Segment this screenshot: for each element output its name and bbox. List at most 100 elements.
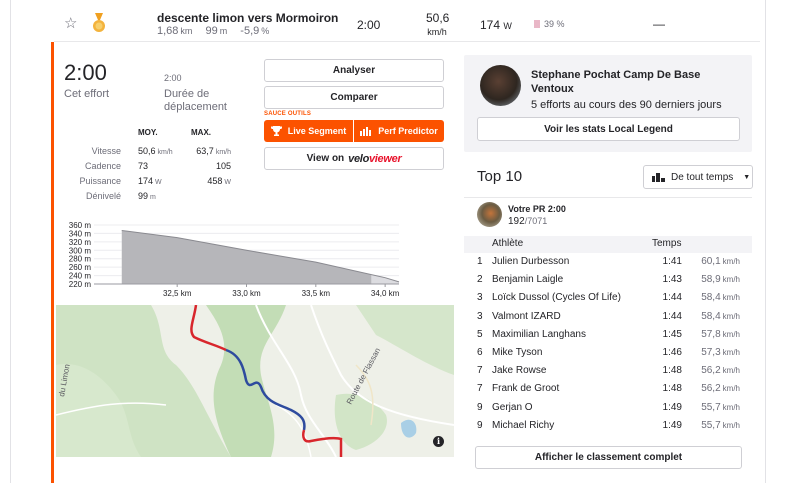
caret-down-icon: ▼ [743,173,751,181]
segment-time: 2:00 [357,18,381,32]
leaderboard-time: 1:45 [662,328,682,340]
divider [464,197,752,198]
leaderboard-time: 1:41 [662,256,682,267]
stats-avg-elevation: 99 m [138,191,156,201]
leaderboard-row[interactable]: 7 Jake Rowse 1:48 56,2 km/h [464,363,752,381]
stats-max-cadence: 105 [215,161,231,171]
leaderboard-speed: 55,7 km/h [701,419,740,431]
leaderboard-athlete[interactable]: Julien Durbesson [492,256,569,267]
elev-area-segment [121,230,372,284]
leaderboard-athlete[interactable]: Frank de Groot [492,383,559,394]
segment-grade: -5,9 [240,25,260,37]
elevation-chart: 360 m340 m320 m300 m280 m260 m240 m220 m… [69,221,400,298]
local-legend-stats-button[interactable]: Voir les stats Local Legend [477,117,740,141]
top10-title: Top 10 [477,168,523,185]
leaderboard-athlete[interactable]: Gerjan O [492,402,533,413]
local-legend-card: Stephane Pochat Camp De Base Ventoux 5 e… [464,55,752,152]
live-segment-button[interactable]: Live Segment [264,120,353,142]
leaderboard-rank: 7 [477,383,483,395]
leaderboard-speed: 60,1 km/h [701,256,740,267]
local-legend-subtitle: 5 efforts au cours des 90 derniers jours [531,99,722,111]
elev-y-tick: 220 m [69,280,92,289]
leaderboard-filter-dropdown[interactable]: De tout temps ▼ [643,165,753,189]
leaderboard-icon [652,172,665,182]
leaderboard-speed: 58,4 km/h [701,310,740,322]
segment-speed-value: 50,6 [426,11,450,25]
stats-label-cadence: Cadence [84,161,121,171]
full-leaderboard-button[interactable]: Afficher le classement complet [475,446,742,469]
star-icon[interactable]: ☆ [64,16,77,31]
leaderboard-athlete[interactable]: Valmont IZARD [492,311,561,322]
leaderboard-time: 1:48 [662,383,682,395]
leaderboard-rank: 2 [477,274,483,286]
segment-elevation-unit: m [219,26,228,36]
leaderboard-rank: 1 [477,256,483,267]
local-legend-name[interactable]: Stephane Pochat Camp De Base Ventoux [531,68,741,96]
col-athlete: Athlète [492,238,524,249]
segment-speed: 50,6 km/h [426,11,450,37]
leaderboard-rank: 5 [477,328,483,340]
stats-label-speed: Vitesse [91,146,121,156]
leaderboard-time: 1:43 [662,274,682,286]
leaderboard-athlete[interactable]: Mike Tyson [492,347,542,358]
leaderboard-rank: 3 [477,310,483,322]
col-time: Temps [652,238,682,249]
view-on-label: View on [306,153,345,164]
leaderboard-time: 1:49 [662,419,682,431]
map-canvas: du Limon Route de Flassan [56,305,454,457]
effort-elapsed-label: Cet effort [64,88,110,100]
leaderboard-athlete[interactable]: Loïck Dussol (Cycles Of Life) [492,292,621,303]
analyze-button[interactable]: Analyser [264,59,444,82]
bar-chart-icon [360,127,372,136]
local-legend-avatar[interactable] [480,65,521,106]
leaderboard-rank: 3 [477,292,483,304]
leaderboard-athlete[interactable]: Michael Richy [492,420,554,431]
stats-max-power: 458 W [207,176,231,186]
segment-name[interactable]: descente limon vers Mormoiron [157,11,338,25]
leaderboard-row[interactable]: 3 Valmont IZARD 1:44 58,4 km/h [464,309,752,327]
leaderboard-athlete[interactable]: Maximilian Langhans [492,329,586,340]
leaderboard-row[interactable]: 9 Michael Richy 1:49 55,7 km/h [464,418,752,436]
leaderboard-row[interactable]: 7 Frank de Groot 1:48 56,2 km/h [464,381,752,399]
segment-row[interactable]: ☆ descente limon vers Mormoiron 1,68 km 9… [54,0,760,42]
leaderboard-row[interactable]: 3 Loïck Dussol (Cycles Of Life) 1:44 58,4 km… [464,290,752,308]
elev-x-tick: 33,0 km [232,289,261,298]
info-icon[interactable]: i [433,436,444,447]
leaderboard-speed: 56,2 km/h [701,365,740,377]
selected-effort-accent [51,42,54,483]
leaderboard-speed: 58,4 km/h [701,292,740,304]
veloviewer-button[interactable]: View on veloviewer [264,147,444,170]
segment-heart-rate-value: 39 % [544,19,565,29]
leaderboard-time: 1:46 [662,347,682,358]
leaderboard-row[interactable]: 5 Maximilian Langhans 1:45 57,8 km/h [464,327,752,345]
stats-avg-cadence: 73 [138,161,149,171]
pr-label: Votre PR 2:00 [508,204,566,214]
leaderboard-athlete[interactable]: Jake Rowse [492,365,546,376]
stats-avg-power: 174 W [138,176,162,186]
leaderboard-row[interactable]: 1 Julien Durbesson 1:41 60,1 km/h [464,254,752,272]
compare-button[interactable]: Comparer [264,86,444,109]
veloviewer-logo: veloviewer [348,152,402,165]
filter-label: De tout temps [671,171,734,183]
segment-heart-rate: 39 % [534,19,565,29]
effort-moving-time: 2:00 [164,73,182,83]
segment-power: 174 W [480,18,512,32]
segment-grade-unit: % [261,26,270,36]
stats-header-max: MAX. [191,128,211,137]
segment-power-value: 174 [480,18,501,32]
elev-x-tick: 34,0 km [371,289,400,298]
perf-predictor-button[interactable]: Perf Predictor [354,120,444,142]
page-frame-left [10,0,11,483]
leaderboard-row[interactable]: 2 Benjamin Laigle 1:43 58,9 km/h [464,272,752,290]
leaderboard-rank: 9 [477,401,483,413]
stats-label-elevation: Dénivelé [85,191,121,201]
segment-map[interactable]: du Limon Route de Flassan i [56,305,454,457]
leaderboard-time: 1:44 [662,292,682,304]
segment-elevation: 99 [205,25,218,37]
leaderboard-row[interactable]: 9 Gerjan O 1:49 55,7 km/h [464,400,752,418]
leaderboard-row[interactable]: 6 Mike Tyson 1:46 57,3 km/h [464,345,752,363]
leaderboard-athlete[interactable]: Benjamin Laigle [492,274,563,285]
segment-power-unit: W [503,21,512,31]
pr-avatar [477,202,502,227]
segment-distance: 1,68 [157,25,179,37]
